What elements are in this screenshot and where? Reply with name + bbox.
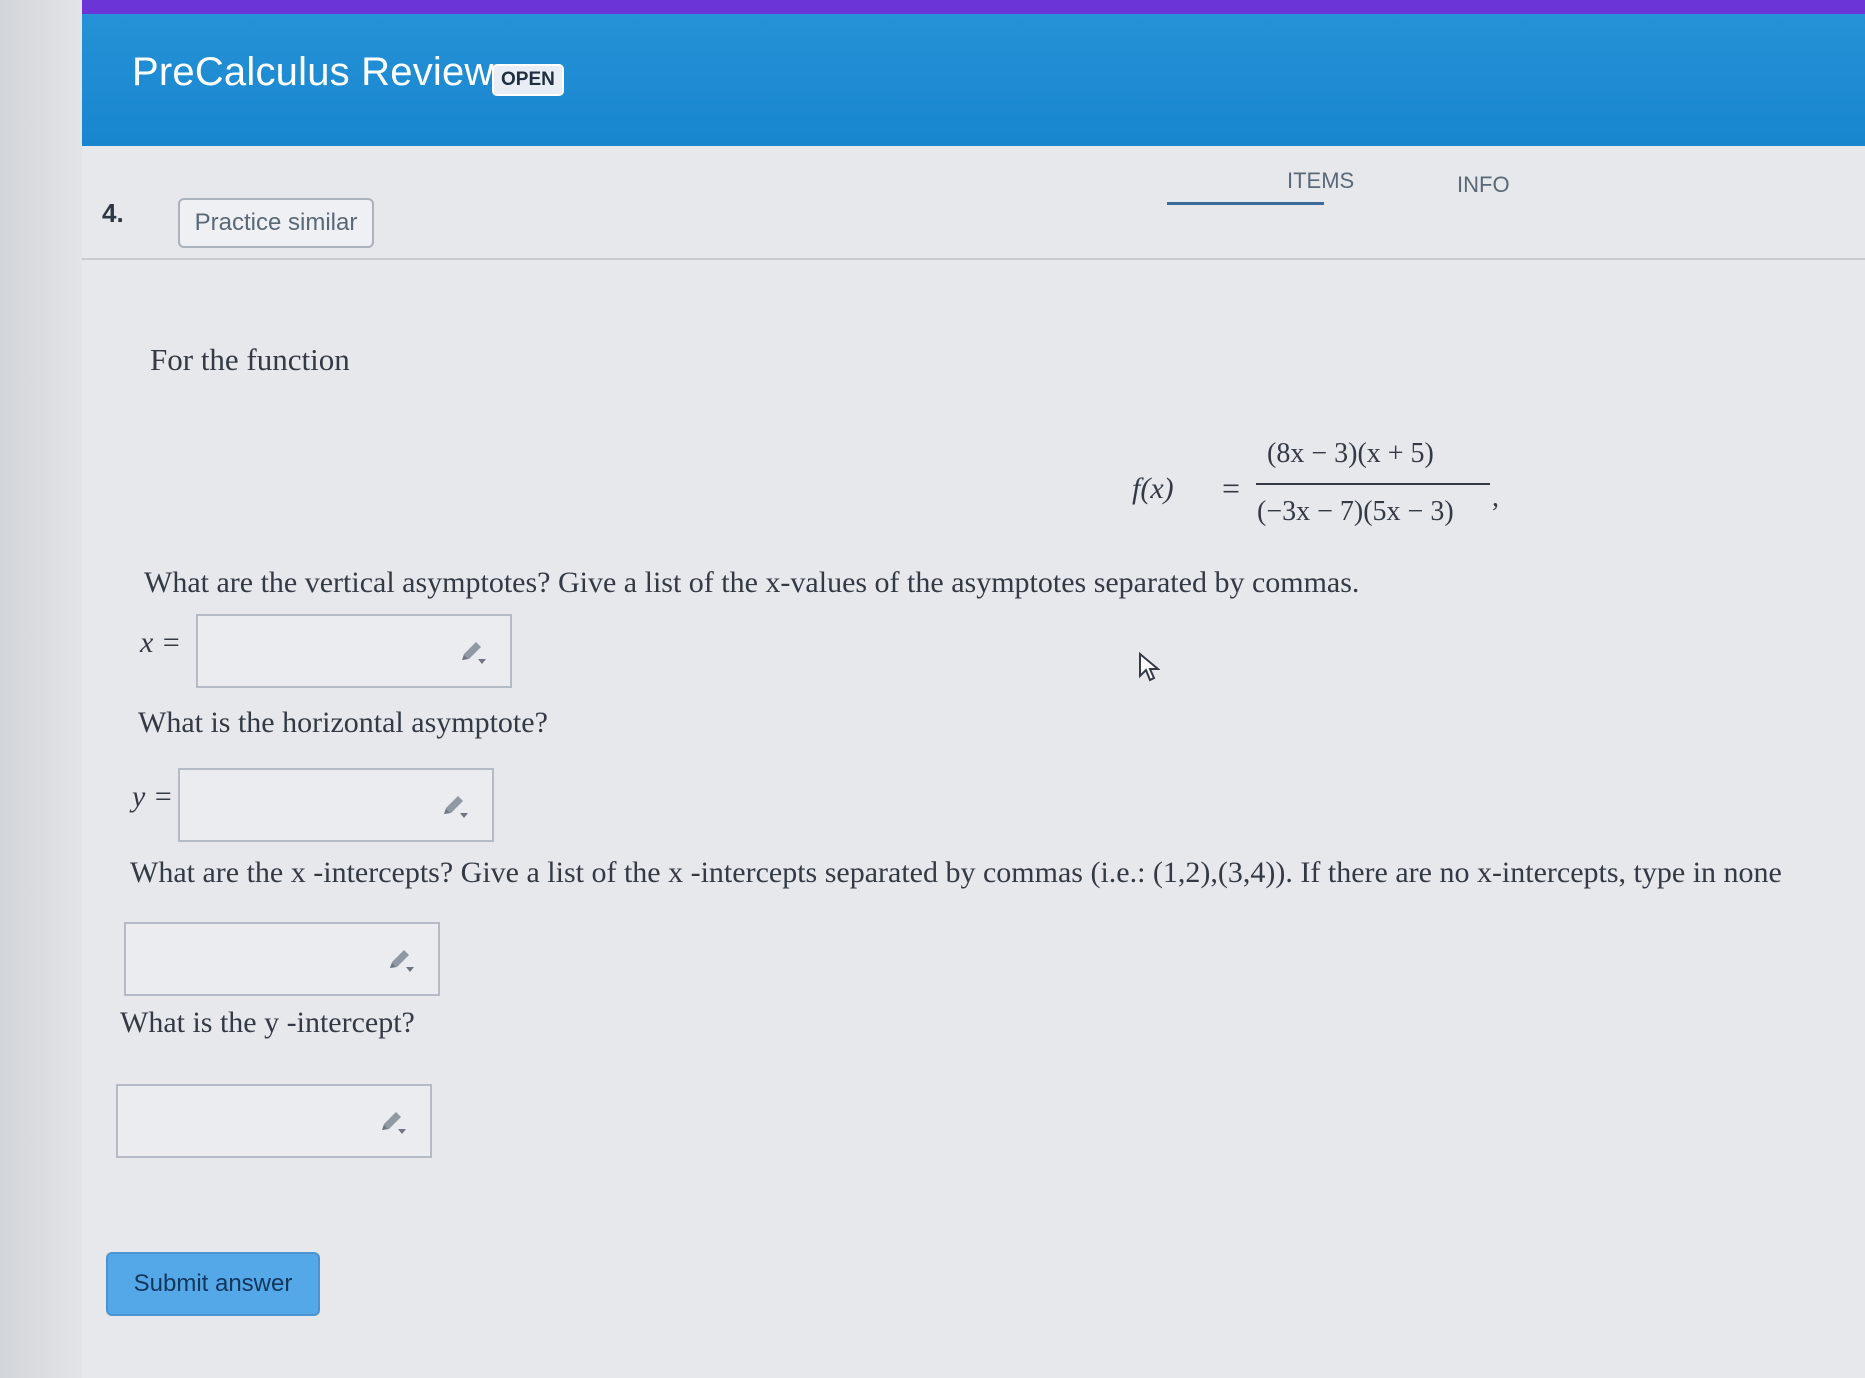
x-intercepts-input[interactable] — [124, 922, 440, 996]
question-number: 4. — [102, 198, 124, 228]
function-formula: f(x) = (8x − 3)(x + 5) (−3x − 7)(5x − 3)… — [1132, 438, 1499, 548]
tab-info[interactable]: INFO — [1457, 172, 1510, 198]
y-intercept-prompt: What is the y -intercept? — [120, 1006, 415, 1039]
practice-similar-button[interactable]: Practice similar — [178, 198, 374, 248]
horizontal-asymptote-input[interactable] — [178, 768, 494, 842]
active-tab-indicator — [1167, 202, 1324, 205]
tab-items[interactable]: ITEMS — [1287, 168, 1354, 194]
formula-lhs: f(x) — [1132, 472, 1174, 505]
horizontal-asymptote-label: y = — [132, 780, 174, 813]
pencil-dropdown-icon[interactable] — [386, 946, 418, 974]
vertical-asymptote-prompt: What are the vertical asymptotes? Give a… — [144, 566, 1360, 599]
app-header: PreCalculus Review OPEN — [82, 14, 1865, 146]
section-divider — [82, 258, 1865, 260]
page-title: PreCalculus Review — [132, 50, 494, 94]
main-content: ITEMS INFO 4. Practice similar For the f… — [82, 146, 1865, 1378]
formula-equals: = — [1222, 470, 1241, 506]
pencil-dropdown-icon[interactable] — [440, 792, 472, 820]
pencil-dropdown-icon[interactable] — [458, 638, 490, 666]
submit-answer-button[interactable]: Submit answer — [106, 1252, 320, 1316]
formula-denominator: (−3x − 7)(5x − 3) — [1257, 496, 1454, 527]
y-intercept-input[interactable] — [116, 1084, 432, 1158]
pencil-dropdown-icon[interactable] — [378, 1108, 410, 1136]
formula-trailing-comma: , — [1492, 482, 1499, 513]
horizontal-asymptote-prompt: What is the horizontal asymptote? — [138, 706, 548, 739]
vertical-asymptote-input[interactable] — [196, 614, 512, 688]
fraction-bar — [1256, 483, 1490, 485]
vertical-asymptote-label: x = — [140, 626, 182, 659]
x-intercepts-prompt: What are the x -intercepts? Give a list … — [130, 856, 1782, 889]
formula-numerator: (8x − 3)(x + 5) — [1267, 438, 1434, 469]
status-badge: OPEN — [492, 64, 564, 96]
left-edge-panel — [0, 0, 83, 1378]
question-intro: For the function — [150, 342, 350, 377]
mouse-cursor-icon — [1139, 652, 1160, 682]
